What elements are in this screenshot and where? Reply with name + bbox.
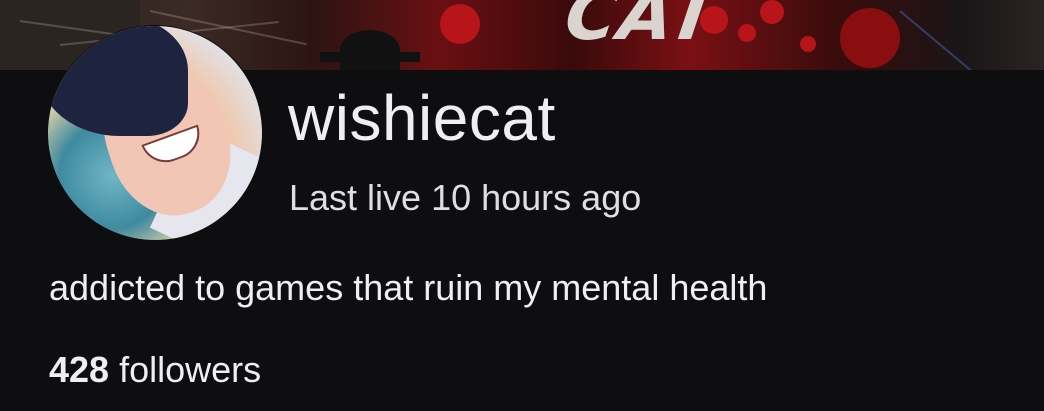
channel-bio: addicted to games that ruin my mental he… [49, 267, 768, 308]
avatar-hair-shape [48, 26, 188, 136]
channel-username[interactable]: wishiecat [288, 86, 556, 150]
last-live-status: Last live 10 hours ago [289, 177, 642, 218]
followers-number: 428 [49, 349, 110, 390]
followers-label: followers [119, 349, 262, 390]
followers-count[interactable]: 428 followers [49, 352, 261, 388]
banner-logo-text: CAT [560, 0, 725, 56]
avatar[interactable] [48, 26, 262, 240]
